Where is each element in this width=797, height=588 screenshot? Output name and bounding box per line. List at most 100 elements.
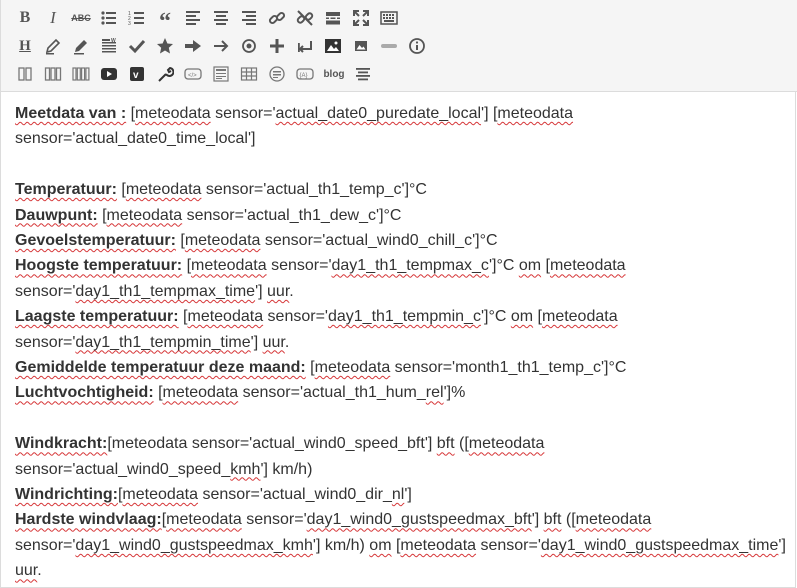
dauwpunt-line: Dauwpunt: [meteodata sensor='actual_th1_… [15, 203, 793, 228]
youtube-icon[interactable] [95, 61, 123, 87]
pencil-alt-icon[interactable] [67, 33, 95, 59]
vimeo-icon[interactable]: v [123, 61, 151, 87]
arrow-right-bold-icon[interactable] [179, 33, 207, 59]
text-fragment: sensor='actual_th1_hum_ [238, 384, 426, 402]
text-fragment: [ [533, 308, 542, 326]
text-fragment: . [289, 282, 294, 300]
text-fragment: sensor=' [210, 105, 276, 122]
strikethrough-icon[interactable]: ABC [67, 5, 95, 31]
text-fragment: ']% [443, 384, 466, 402]
laagste-temperatuur-line-2: sensor='day1_th1_tempmin_time'] uur. [15, 330, 793, 355]
misspelled-word: om [518, 257, 542, 275]
text-fragment: sensor='actual_th1_dew_c']°C [182, 206, 402, 224]
text-fragment: [ [116, 181, 126, 199]
fullscreen-icon[interactable] [347, 5, 375, 31]
text-fragment: sensor='actual_date0_time_local'] [15, 130, 256, 148]
widget-icon[interactable] [263, 61, 291, 87]
editor: B I ABC 123 “ H W v </> {A} blog Meetdat… [0, 0, 797, 588]
plus-icon[interactable] [263, 33, 291, 59]
label-gevoelstemperatuur: Gevoelstemperatuur: [15, 232, 176, 250]
text-fragment: [ [175, 232, 185, 250]
italic-icon[interactable]: I [39, 5, 67, 31]
wrench-icon[interactable] [151, 61, 179, 87]
text-fragment: ']°C [480, 308, 511, 326]
misspelled-word: nl [391, 486, 405, 504]
remove-link-icon[interactable] [291, 5, 319, 31]
radio-circle-icon[interactable] [235, 33, 263, 59]
misspelled-word: day1_wind0_gustspeedmax_bft [306, 511, 532, 529]
text-fragment: '] km/h) [312, 536, 370, 554]
svg-text:3: 3 [128, 21, 131, 27]
hardste-windvlaag-line-1: Hardste windvlaag:[meteodata sensor='day… [15, 507, 793, 532]
editor-content[interactable]: Meetdata van : [meteodata sensor='actual… [15, 101, 793, 584]
align-right-icon[interactable] [235, 5, 263, 31]
misspelled-word: bft [436, 435, 455, 453]
text-fragment: [ [541, 257, 550, 275]
shortcode-icon[interactable]: </> [179, 61, 207, 87]
columns-2-icon[interactable] [11, 61, 39, 87]
blog-button[interactable]: blog [319, 61, 349, 87]
text-fragment: sensor='actual_wind0_chill_c']°C [260, 232, 498, 250]
text-fragment: sensor=' [241, 511, 307, 529]
windkracht-line-2: sensor='actual_wind0_speed_kmh'] km/h) [15, 457, 793, 482]
text-align-icon[interactable] [349, 61, 377, 87]
align-left-icon[interactable] [179, 5, 207, 31]
insert-link-icon[interactable] [263, 5, 291, 31]
return-icon[interactable] [291, 33, 319, 59]
label-hoogste-temperatuur: Hoogste temperatuur: [15, 257, 183, 275]
text-fragment: [ [153, 384, 163, 402]
misspelled-word: meteodata [191, 257, 267, 275]
misspelled-word: day1_wind0_gustspeedmax_kmh [75, 536, 313, 554]
windrichting-line: Windrichting:[meteodata sensor='actual_w… [15, 482, 793, 507]
image-icon[interactable] [319, 33, 347, 59]
misspelled-word: uur [267, 282, 290, 300]
bullet-list-icon[interactable] [95, 5, 123, 31]
luchtvochtigheid-line: Luchtvochtigheid: [meteodata sensor='act… [15, 380, 793, 405]
align-center-icon[interactable] [207, 5, 235, 31]
arrow-right-icon[interactable] [207, 33, 235, 59]
misspelled-word: meteodata [575, 511, 652, 529]
toolbar-row-1: B I ABC 123 “ [11, 4, 403, 34]
label-dauwpunt: Dauwpunt: [15, 206, 98, 224]
text-fragment: '] [778, 536, 786, 554]
code-icon[interactable]: {A} [291, 61, 319, 87]
template-icon[interactable] [207, 61, 235, 87]
help-icon[interactable] [403, 33, 431, 59]
misspelled-word: uur [262, 333, 285, 351]
read-more-icon[interactable] [319, 5, 347, 31]
paste-text-icon[interactable]: W [95, 33, 123, 59]
svg-text:{A}: {A} [300, 73, 308, 79]
blockquote-icon[interactable]: “ [151, 5, 179, 34]
horizontal-rule-icon[interactable] [375, 33, 403, 59]
misspelled-word: meteodata [187, 308, 264, 326]
misspelled-word: day1_th1_tempmax_time [75, 282, 256, 300]
image-small-icon[interactable] [347, 33, 375, 59]
star-icon[interactable] [151, 33, 179, 59]
hoogste-temperatuur-line-2: sensor='day1_th1_tempmax_time'] uur. [15, 279, 793, 304]
text-fragment: [meteodata sensor='actual_wind0_speed_bf… [107, 435, 437, 453]
columns-3-icon[interactable] [39, 61, 67, 87]
misspelled-word: meteodata [125, 181, 202, 199]
pencil-icon[interactable] [39, 33, 67, 59]
misspelled-word: meteodata [549, 257, 626, 275]
hardste-windvlaag-line-2: sensor='day1_wind0_gustspeedmax_kmh'] km… [15, 533, 793, 558]
label-temperatuur: Temperatuur: [15, 181, 117, 199]
gemiddelde-temperatuur-line: Gemiddelde temperatuur deze maand: [mete… [15, 355, 793, 380]
checkmark-icon[interactable] [123, 33, 151, 59]
misspelled-word: meteodata [468, 435, 545, 453]
text-fragment: '] [531, 511, 544, 529]
misspelled-word: meteodata [162, 384, 239, 402]
misspelled-word: uur [15, 562, 38, 580]
text-fragment: [ [182, 257, 192, 275]
numbered-list-icon[interactable]: 123 [123, 5, 151, 31]
columns-4-icon[interactable] [67, 61, 95, 87]
heading-icon[interactable]: H [11, 33, 39, 59]
hardste-windvlaag-line-3: uur. [15, 558, 793, 583]
toolbar-toggle-icon[interactable] [375, 5, 403, 31]
table-icon[interactable] [235, 61, 263, 87]
misspelled-word: bft [543, 511, 562, 529]
bold-icon[interactable]: B [11, 5, 39, 31]
misspelled-word: meteodata [166, 511, 242, 529]
